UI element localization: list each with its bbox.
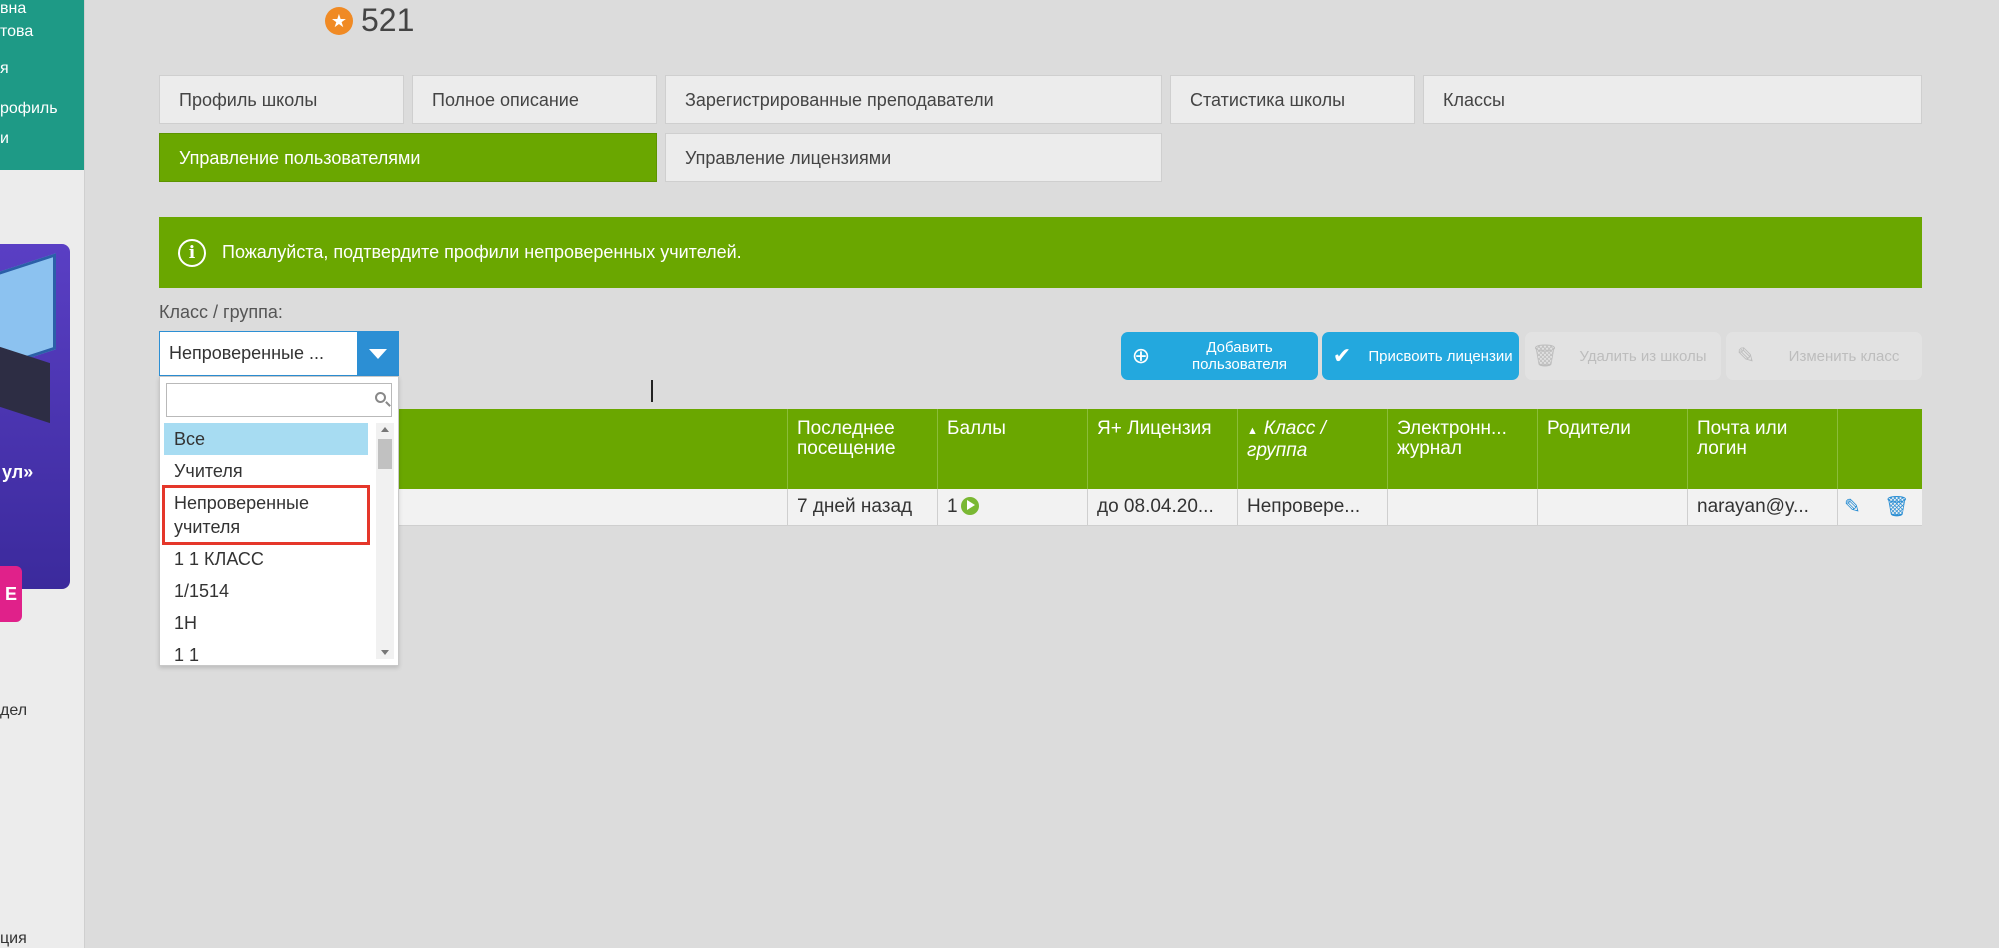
scroll-up-icon[interactable] (381, 427, 389, 432)
cell-parents (1537, 489, 1687, 525)
tab-classes[interactable]: Классы (1423, 75, 1922, 124)
column-header-points[interactable]: Баллы (937, 409, 1087, 489)
dropdown-option-teachers[interactable]: Учителя (164, 455, 368, 487)
score-display: ★ 521 (325, 2, 414, 39)
change-class-button[interactable]: ✎ Изменить класс (1726, 332, 1922, 380)
class-group-label: Класс / группа: (159, 302, 283, 322)
add-user-icon: ⊕ (1131, 343, 1151, 368)
column-header-journal[interactable]: Электронн... журнал (1387, 409, 1537, 489)
dropdown-scrollbar[interactable] (376, 423, 394, 659)
cell-journal (1387, 489, 1537, 525)
cell-last-visit: 7 дней назад (787, 489, 937, 525)
column-header-class-group-label: Класс / группа (1247, 418, 1326, 461)
class-group-dropdown: Все Учителя Непроверенные учителя 1 1 КЛ… (159, 376, 399, 666)
cell-email: narayan@y... (1687, 489, 1837, 525)
sidebar-menu-item[interactable]: ция (0, 930, 27, 948)
table-row[interactable]: 7 дней назад 1 до 08.04.20... Непровере.… (159, 489, 1922, 526)
sidebar-menu-item[interactable]: дел (0, 702, 27, 720)
promo-text: ул» (2, 462, 34, 482)
add-user-label: Добавить пользователя (1192, 339, 1287, 373)
add-user-button[interactable]: ⊕ Добавить пользователя (1121, 332, 1318, 380)
dropdown-search-input[interactable] (166, 383, 392, 417)
dropdown-option[interactable]: 1/1514 (164, 575, 368, 607)
left-sidebar: вна това я рофиль и ул» Е дел ция (0, 0, 85, 948)
promo-illustration (0, 344, 50, 424)
class-group-selected-value: Непроверенные ... (169, 343, 325, 363)
tab-school-statistics[interactable]: Статистика школы (1170, 75, 1415, 124)
assign-license-label: Присвоить лицензии (1368, 347, 1513, 365)
cell-license: до 08.04.20... (1087, 489, 1237, 525)
column-header-actions (1837, 409, 1922, 489)
mouse-cursor (651, 380, 653, 402)
column-header-last-visit[interactable]: Последнее посещение (787, 409, 937, 489)
assign-license-button[interactable]: ✔ Присвоить лицензии (1322, 332, 1519, 380)
change-class-label: Изменить класс (1788, 347, 1900, 365)
score-value: 521 (361, 2, 415, 38)
dropdown-option-unverified-teachers[interactable]: Непроверенные учителя (162, 485, 370, 545)
remove-from-school-button[interactable]: 🗑 Удалить из школы (1525, 332, 1721, 380)
sidebar-text-line: я (0, 60, 9, 77)
promo-button[interactable]: Е (0, 566, 22, 622)
pencil-icon: ✎ (1736, 343, 1756, 368)
sidebar-text-line: и (0, 130, 9, 147)
column-header-email[interactable]: Почта или логин (1687, 409, 1837, 489)
info-icon: i (178, 238, 206, 267)
class-group-select[interactable]: Непроверенные ... (159, 331, 399, 376)
dropdown-option-all[interactable]: Все (164, 423, 368, 455)
sidebar-text-line: вна (0, 0, 27, 17)
column-header-license[interactable]: Я+ Лицензия (1087, 409, 1237, 489)
delete-icon[interactable]: 🗑 (1884, 494, 1909, 519)
chevron-down-icon (368, 348, 387, 359)
tab-school-profile[interactable]: Профиль школы (159, 75, 404, 124)
tab-license-management[interactable]: Управление лицензиями (665, 133, 1162, 182)
dropdown-option[interactable]: 1 1 КЛАСС (164, 543, 368, 575)
tab-user-management[interactable]: Управление пользователями (159, 133, 657, 182)
alert-text: Пожалуйста, подтвердите профили непровер… (222, 242, 742, 262)
coin-icon (960, 497, 979, 515)
scroll-down-icon[interactable] (381, 650, 389, 655)
column-header-class-group[interactable]: ▲ Класс / группа (1237, 409, 1387, 489)
info-alert: i Пожалуйста, подтвердите профили непров… (159, 217, 1922, 288)
dropdown-toggle[interactable] (357, 332, 398, 375)
scrollbar-thumb[interactable] (378, 439, 392, 469)
sort-ascending-icon: ▲ (1247, 425, 1258, 437)
cell-points: 1 (937, 489, 1087, 525)
license-icon: ✔ (1332, 343, 1352, 368)
dropdown-option[interactable]: 1 1 (164, 639, 368, 665)
table-header: Последнее посещение Баллы Я+ Лицензия ▲ К… (159, 409, 1922, 489)
remove-from-school-label: Удалить из школы (1579, 347, 1707, 365)
sidebar-profile-panel: вна това я рофиль и (0, 0, 84, 170)
edit-icon[interactable]: ✎ (1844, 494, 1861, 519)
promo-banner[interactable]: ул» (0, 244, 70, 589)
column-header-parents[interactable]: Родители (1537, 409, 1687, 489)
star-icon: ★ (325, 6, 353, 35)
trash-icon: 🗑 (1531, 343, 1559, 368)
cell-class-group: Непровере... (1237, 489, 1387, 525)
dropdown-options: Все Учителя Непроверенные учителя 1 1 КЛ… (162, 423, 370, 665)
sidebar-profile-link[interactable]: рофиль (0, 100, 58, 118)
tab-registered-teachers[interactable]: Зарегистрированные преподаватели (665, 75, 1162, 124)
search-icon (375, 392, 386, 403)
sidebar-text-line: това (0, 23, 34, 40)
cell-points-value: 1 (947, 496, 958, 517)
tab-full-description[interactable]: Полное описание (412, 75, 657, 124)
dropdown-option[interactable]: 1Н (164, 607, 368, 639)
